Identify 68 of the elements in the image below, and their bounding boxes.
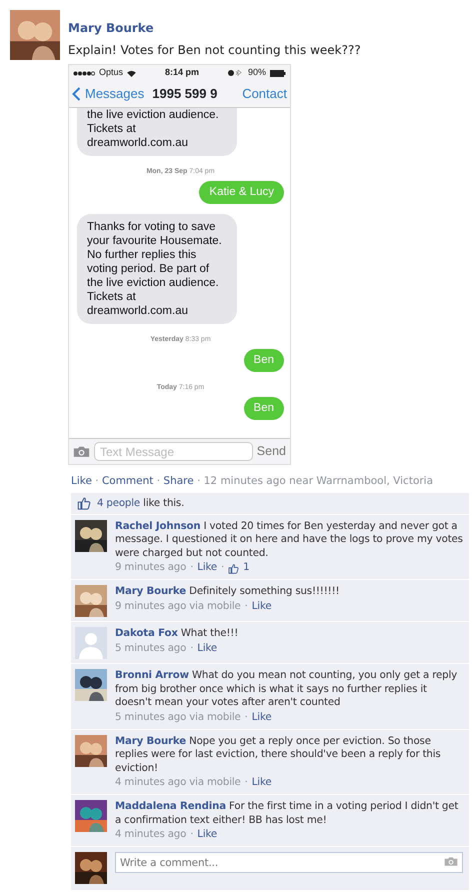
message-link[interactable]: dreamworld.com.au: [87, 136, 188, 148]
send-button[interactable]: Send: [256, 442, 286, 460]
like-link[interactable]: Like: [197, 642, 218, 656]
like-link[interactable]: Like: [252, 600, 272, 614]
default-avatar-icon: [75, 627, 107, 660]
author-name[interactable]: Bronni Arrow: [115, 670, 189, 682]
comment-time: 5 minutes ago via mobile: [115, 710, 241, 725]
separator-dot: ·: [244, 710, 248, 725]
comment-text: Dakota Fox What the!!!: [115, 627, 240, 641]
separator-dot: ·: [190, 642, 194, 656]
author-name[interactable]: Rachel Johnson: [115, 520, 200, 532]
author-name[interactable]: Dakota Fox: [115, 628, 178, 640]
separator-dot: ·: [244, 776, 248, 790]
post-text: Explain! Votes for Ben not counting this week???: [68, 42, 362, 58]
thumbs-up-icon: [77, 496, 91, 510]
camera-icon[interactable]: [444, 856, 458, 867]
comment-text: Bronni Arrow What do you mean not counting, you only get a reply from big brother once which is what it says no further replies it doesn't mean your votes after aren't counted: [115, 669, 458, 710]
comment-time: 4 minutes ago via mobile: [115, 776, 241, 790]
sent-message: Ben: [244, 348, 284, 372]
comment-time: 9 minutes ago: [115, 561, 186, 576]
received-message: Thanks for voting to save your favourite Housemate. No further replies this voting period. Be part of the live eviction audience. Tickets at dreamworld.com.au: [77, 214, 237, 324]
separator-dot: ·: [244, 600, 248, 614]
action-link[interactable]: Share: [163, 474, 194, 486]
back-chevron-icon: [72, 87, 81, 101]
comment-time: 5 minutes ago: [115, 642, 186, 656]
post-meta: 12 minutes ago near Warrnambool, Victoria: [204, 474, 434, 486]
separator-dot: ·: [156, 474, 162, 486]
comment-text: Mary Bourke Definitely something sus!!!!!!!: [115, 585, 340, 599]
carrier-name: Optus: [99, 66, 124, 80]
back-button[interactable]: Messages: [72, 84, 144, 104]
wifi-icon: [127, 70, 136, 76]
sent-message: Ben: [244, 397, 284, 420]
received-message: the live eviction audience. Tickets at dreamworld.com.au: [77, 108, 237, 156]
status-icons: [228, 69, 244, 77]
thumbs-up-icon: [228, 562, 240, 574]
battery-percent: 90%: [248, 66, 266, 80]
signal-icon: [73, 70, 95, 76]
author-name[interactable]: Mary Bourke: [115, 586, 186, 598]
conversation-title: 1995 599 9: [152, 85, 218, 104]
author-name[interactable]: Mary Bourke: [68, 19, 154, 37]
comment-time: 9 minutes ago via mobile: [115, 600, 241, 614]
like-link[interactable]: Like: [197, 561, 218, 576]
comment-text: Maddalena Rendina For the first time in a voting period I didn't get a confirmation text either! BB has lost me!: [115, 800, 460, 828]
likes-summary: 4 people like this.: [97, 496, 184, 510]
sent-message: Katie & Lucy: [199, 180, 284, 204]
separator-dot: ·: [221, 561, 224, 576]
action-link[interactable]: Comment: [102, 474, 154, 486]
like-link[interactable]: Like: [197, 828, 218, 842]
separator-dot: ·: [190, 561, 194, 576]
likes-people-link[interactable]: 4 people: [97, 498, 140, 508]
comment-text: Mary Bourke Nope you get a reply once per eviction. So those replies were for last eviction, there should've been a reply for this eviction!: [115, 734, 442, 776]
action-link[interactable]: Like: [71, 474, 92, 486]
like-link[interactable]: Like: [252, 776, 272, 790]
comment-time: 4 minutes ago: [115, 828, 186, 842]
comment-text: Rachel Johnson I voted 20 times for Ben yesterday and never got a message. I questioned it on here and have the logs to prove my votes were charged but not counted.: [115, 520, 463, 560]
comment-field[interactable]: Write a comment...: [115, 852, 463, 874]
separator-dot: ·: [94, 474, 100, 486]
message-link[interactable]: dreamworld.com.au: [87, 304, 188, 317]
like-link[interactable]: Like: [252, 710, 272, 725]
camera-icon[interactable]: [73, 444, 90, 458]
separator-dot: ·: [190, 828, 194, 842]
contact-button[interactable]: Contact: [242, 84, 287, 104]
battery-icon: [270, 70, 286, 76]
author-name[interactable]: Maddalena Rendina: [115, 801, 226, 812]
separator-dot: ·: [196, 474, 202, 486]
author-name[interactable]: Mary Bourke: [115, 736, 186, 747]
status-time: 8:14 pm: [164, 66, 199, 80]
like-count[interactable]: 1: [228, 561, 250, 576]
